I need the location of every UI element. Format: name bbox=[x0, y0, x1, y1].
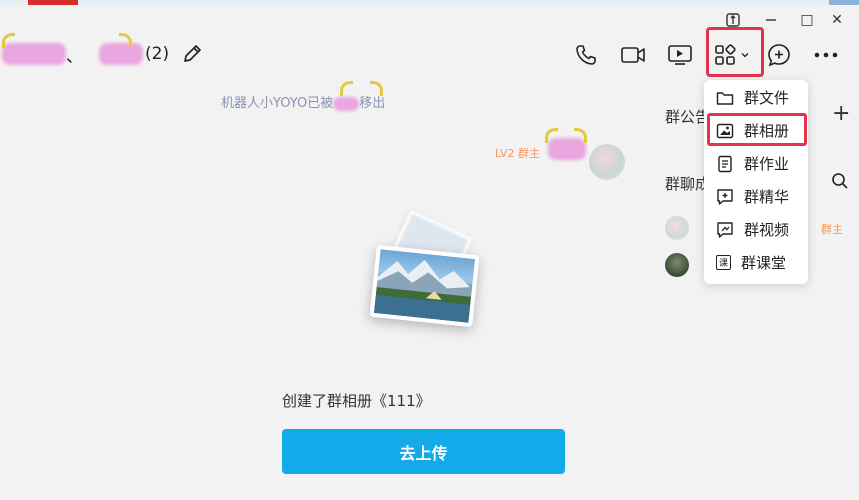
add-chat-button[interactable] bbox=[762, 38, 796, 72]
close-button[interactable]: ✕ bbox=[826, 10, 848, 30]
maximize-icon: □ bbox=[800, 12, 814, 28]
menu-item-label: 群作业 bbox=[744, 155, 790, 173]
menu-item-group-album[interactable]: 群相册 bbox=[704, 114, 808, 147]
classroom-icon-glyph: 课 bbox=[718, 259, 728, 269]
operator-name-redacted bbox=[333, 96, 360, 111]
decoration-horn bbox=[574, 128, 587, 143]
maximize-button[interactable]: □ bbox=[796, 10, 818, 30]
essence-icon bbox=[717, 188, 733, 205]
member-avatar[interactable] bbox=[665, 216, 689, 240]
screen-share-button[interactable] bbox=[663, 38, 697, 72]
add-announcement-button[interactable]: + bbox=[832, 101, 850, 126]
video-camera-icon bbox=[621, 47, 645, 63]
member-avatar[interactable] bbox=[665, 253, 689, 277]
group-apps-menu: 群文件 群相册 群作业 群精华 群视频 课 群课堂 bbox=[704, 80, 808, 284]
upload-button[interactable]: 去上传 bbox=[282, 429, 565, 474]
menu-item-label: 群视频 bbox=[744, 221, 790, 239]
menu-item-label: 群文件 bbox=[744, 89, 790, 107]
album-created-message: 创建了群相册《111》 bbox=[282, 392, 431, 410]
top-strip bbox=[0, 0, 859, 5]
menu-item-group-essence[interactable]: 群精华 bbox=[704, 180, 808, 213]
decoration-horn bbox=[340, 81, 353, 96]
minimize-button[interactable] bbox=[760, 10, 782, 30]
system-message-suffix: 移出 bbox=[359, 96, 386, 111]
sender-avatar[interactable] bbox=[589, 144, 625, 180]
system-message: 机器人小YOYO已被 移出 bbox=[221, 92, 385, 111]
title-separator: 、 bbox=[66, 46, 83, 67]
decoration-horn bbox=[2, 33, 15, 48]
album-icon bbox=[716, 123, 734, 138]
screen-share-icon bbox=[668, 45, 692, 65]
more-options-button[interactable] bbox=[809, 38, 843, 72]
folder-icon bbox=[716, 91, 734, 105]
decoration-horn bbox=[545, 128, 558, 143]
minimize-icon bbox=[766, 19, 776, 21]
pin-icon bbox=[726, 13, 740, 27]
menu-item-label: 群精华 bbox=[744, 188, 790, 206]
system-message-prefix: 机器人小YOYO已被 bbox=[221, 96, 334, 111]
sender-level-badge: LV2 群主 bbox=[495, 147, 540, 160]
menu-item-group-classroom[interactable]: 课 群课堂 bbox=[704, 246, 808, 279]
menu-item-group-video[interactable]: 群视频 bbox=[704, 213, 808, 246]
decoration-horn bbox=[370, 81, 383, 96]
homework-icon bbox=[718, 155, 732, 172]
more-icon bbox=[814, 52, 838, 58]
menu-item-group-files[interactable]: 群文件 bbox=[704, 81, 808, 114]
menu-item-group-homework[interactable]: 群作业 bbox=[704, 147, 808, 180]
menu-item-label: 群课堂 bbox=[741, 254, 787, 272]
apps-button-highlight bbox=[706, 27, 764, 77]
search-icon[interactable] bbox=[831, 172, 849, 190]
voice-call-button[interactable] bbox=[569, 38, 603, 72]
album-cover-image[interactable] bbox=[369, 244, 480, 328]
video-call-button[interactable] bbox=[616, 38, 650, 72]
taskbar-thumbnail-right bbox=[829, 0, 859, 5]
edit-icon[interactable] bbox=[181, 43, 203, 65]
close-icon: ✕ bbox=[831, 12, 843, 28]
phone-icon bbox=[576, 45, 596, 65]
video-icon bbox=[717, 221, 733, 238]
menu-item-label: 群相册 bbox=[744, 122, 790, 140]
member-count: (2) bbox=[145, 44, 170, 64]
taskbar-thumbnail bbox=[28, 0, 78, 5]
mountain-lake-image bbox=[373, 259, 473, 323]
classroom-icon: 课 bbox=[716, 255, 731, 270]
chat-title[interactable]: 、 (2) bbox=[0, 36, 203, 72]
add-chat-icon bbox=[768, 44, 790, 67]
owner-tag: 群主 bbox=[821, 223, 843, 236]
